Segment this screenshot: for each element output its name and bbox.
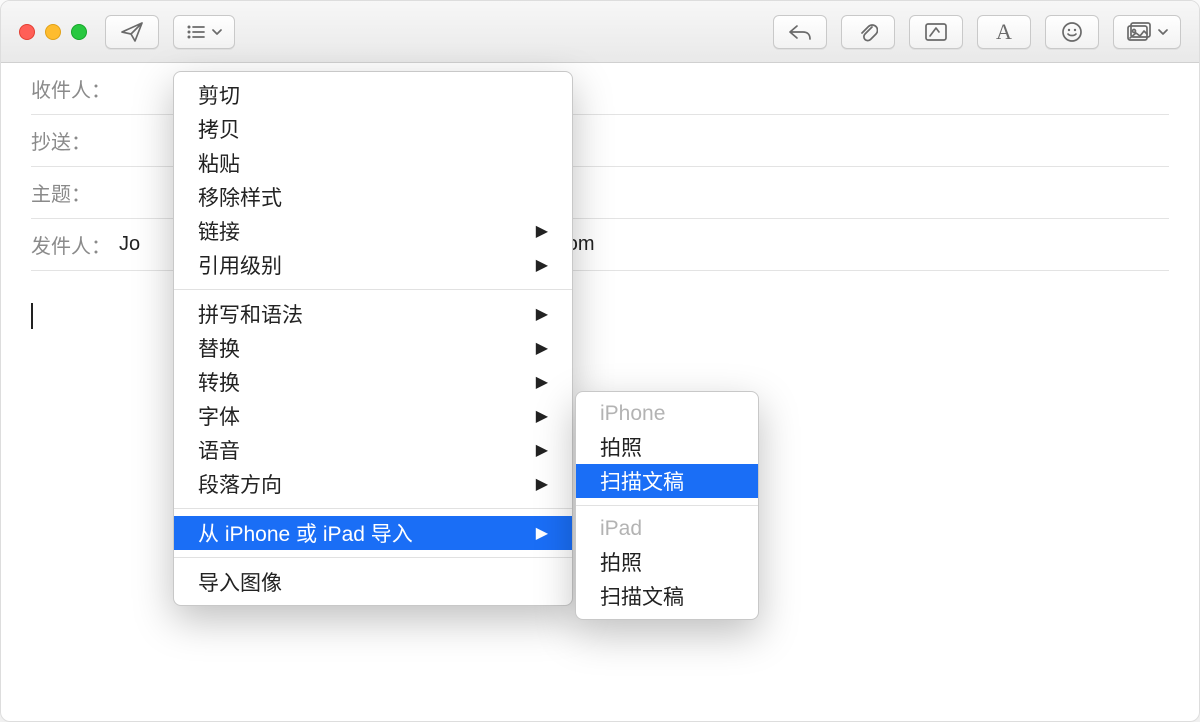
- chevron-down-icon: [1158, 28, 1168, 36]
- menu-label: 替换: [198, 333, 240, 363]
- menu-item-paste[interactable]: 粘贴: [174, 146, 572, 180]
- menu-item-speech[interactable]: 语音 ▶: [174, 433, 572, 467]
- menu-separator: [576, 505, 758, 506]
- submenu-ipad-take-photo[interactable]: 拍照: [576, 545, 758, 579]
- toolbar-left-group: [105, 15, 235, 49]
- menu-label: 语音: [198, 435, 240, 465]
- text-cursor: [31, 303, 33, 329]
- menu-label: 字体: [198, 401, 240, 431]
- mail-compose-window: A 收件人： 抄送： 主题：: [0, 0, 1200, 722]
- font-a-icon: A: [996, 19, 1012, 45]
- close-window-button[interactable]: [19, 24, 35, 40]
- menu-label: 从 iPhone 或 iPad 导入: [198, 518, 413, 548]
- photo-browser-button[interactable]: [1113, 15, 1181, 49]
- menu-item-copy[interactable]: 拷贝: [174, 112, 572, 146]
- menu-label: 扫描文稿: [600, 581, 684, 611]
- photos-icon: [1126, 22, 1152, 42]
- menu-label: 拍照: [600, 547, 642, 577]
- import-submenu: iPhone 拍照 扫描文稿 iPad 拍照 扫描文稿: [575, 391, 759, 620]
- menu-item-quote-level[interactable]: 引用级别 ▶: [174, 248, 572, 282]
- menu-label: 粘贴: [198, 148, 240, 178]
- menu-item-import-from-device[interactable]: 从 iPhone 或 iPad 导入 ▶: [174, 516, 572, 550]
- submenu-arrow-icon: ▶: [536, 440, 548, 460]
- markup-button[interactable]: [909, 15, 963, 49]
- send-button[interactable]: [105, 15, 159, 49]
- submenu-arrow-icon: ▶: [536, 474, 548, 494]
- markup-icon: [924, 22, 948, 42]
- window-titlebar: A: [1, 1, 1199, 63]
- menu-item-remove-style[interactable]: 移除样式: [174, 180, 572, 214]
- submenu-arrow-icon: ▶: [536, 304, 548, 324]
- format-button[interactable]: A: [977, 15, 1031, 49]
- zoom-window-button[interactable]: [71, 24, 87, 40]
- menu-item-import-image[interactable]: 导入图像: [174, 565, 572, 599]
- menu-label: 移除样式: [198, 182, 282, 212]
- reply-button[interactable]: [773, 15, 827, 49]
- smiley-icon: [1061, 21, 1083, 43]
- menu-item-transformations[interactable]: 转换 ▶: [174, 365, 572, 399]
- menu-separator: [174, 557, 572, 558]
- window-controls: [19, 24, 87, 40]
- menu-item-paragraph-direction[interactable]: 段落方向 ▶: [174, 467, 572, 501]
- menu-item-spelling[interactable]: 拼写和语法 ▶: [174, 297, 572, 331]
- list-icon: [186, 24, 206, 40]
- submenu-arrow-icon: ▶: [536, 406, 548, 426]
- submenu-arrow-icon: ▶: [536, 338, 548, 358]
- to-label: 收件人：: [31, 74, 119, 103]
- header-fields-button[interactable]: [173, 15, 235, 49]
- menu-label: 链接: [198, 216, 240, 246]
- submenu-header-iphone: iPhone: [576, 398, 758, 430]
- submenu-iphone-take-photo[interactable]: 拍照: [576, 430, 758, 464]
- menu-item-cut[interactable]: 剪切: [174, 78, 572, 112]
- menu-item-substitutions[interactable]: 替换 ▶: [174, 331, 572, 365]
- context-menu: 剪切 拷贝 粘贴 移除样式 链接 ▶ 引用级别 ▶ 拼写和语法 ▶ 替换 ▶ 转换 ▶ 字…: [173, 71, 573, 606]
- menu-label: 引用级别: [198, 250, 282, 280]
- from-value-prefix: Jo: [119, 233, 140, 256]
- menu-label: 导入图像: [198, 567, 282, 597]
- menu-separator: [174, 508, 572, 509]
- menu-label: 拷贝: [198, 114, 240, 144]
- paper-plane-icon: [120, 21, 144, 43]
- subject-label: 主题：: [31, 178, 119, 207]
- submenu-arrow-icon: ▶: [536, 221, 548, 241]
- menu-label: 拼写和语法: [198, 299, 303, 329]
- emoji-button[interactable]: [1045, 15, 1099, 49]
- menu-item-link[interactable]: 链接 ▶: [174, 214, 572, 248]
- menu-label: 扫描文稿: [600, 466, 684, 496]
- submenu-ipad-scan-document[interactable]: 扫描文稿: [576, 579, 758, 613]
- submenu-arrow-icon: ▶: [536, 523, 548, 543]
- chevron-down-icon: [212, 28, 222, 36]
- submenu-arrow-icon: ▶: [536, 255, 548, 275]
- submenu-header-ipad: iPad: [576, 513, 758, 545]
- menu-label: 段落方向: [198, 469, 282, 499]
- from-label: 发件人：: [31, 230, 119, 259]
- cc-label: 抄送：: [31, 126, 119, 155]
- toolbar-right-group: A: [773, 15, 1181, 49]
- minimize-window-button[interactable]: [45, 24, 61, 40]
- menu-label: 拍照: [600, 432, 642, 462]
- paperclip-icon: [858, 21, 878, 43]
- reply-arrow-icon: [788, 23, 812, 41]
- submenu-iphone-scan-document[interactable]: 扫描文稿: [576, 464, 758, 498]
- menu-label: 转换: [198, 367, 240, 397]
- attach-button[interactable]: [841, 15, 895, 49]
- submenu-arrow-icon: ▶: [536, 372, 548, 392]
- menu-separator: [174, 289, 572, 290]
- menu-item-font[interactable]: 字体 ▶: [174, 399, 572, 433]
- menu-label: 剪切: [198, 80, 240, 110]
